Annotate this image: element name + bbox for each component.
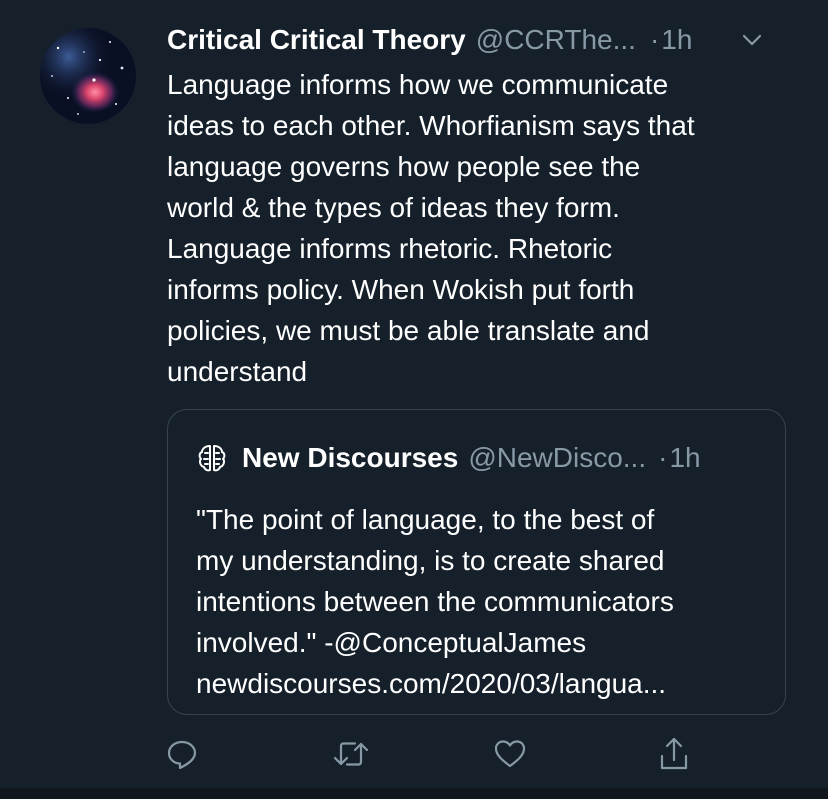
timeline-divider (0, 788, 828, 799)
share-icon[interactable] (654, 734, 694, 774)
tweet-actions (0, 734, 828, 774)
quote-separator-dot: · (658, 442, 668, 473)
separator-dot: · (649, 24, 660, 55)
quote-timestamp[interactable]: 1h (669, 442, 700, 474)
retweet-icon[interactable] (331, 734, 371, 774)
avatar[interactable] (40, 28, 136, 124)
chevron-down-icon[interactable] (738, 28, 766, 52)
author-handle[interactable]: @CCRThe... (476, 24, 636, 56)
quote-header: New Discourses @NewDisco... · 1h (196, 440, 701, 476)
author-name[interactable]: Critical Critical Theory (167, 24, 466, 56)
quote-author-name[interactable]: New Discourses (242, 442, 458, 474)
tweet-header: Critical Critical Theory @CCRThe... · 1h (167, 22, 777, 58)
tweet-timestamp[interactable]: 1h (661, 24, 692, 56)
reply-icon[interactable] (162, 734, 202, 774)
heart-icon[interactable] (490, 734, 530, 774)
nebula-avatar-image (40, 28, 136, 124)
tweet-text: Language informs how we communicate idea… (167, 69, 695, 387)
quote-author-handle[interactable]: @NewDisco... (468, 442, 646, 474)
quote-text: "The point of language, to the best of m… (196, 504, 674, 699)
brain-logo-icon (196, 442, 228, 474)
quoted-tweet[interactable]: New Discourses @NewDisco... · 1h "The po… (167, 409, 786, 715)
tweet[interactable]: Critical Critical Theory @CCRThe... · 1h… (0, 0, 828, 788)
